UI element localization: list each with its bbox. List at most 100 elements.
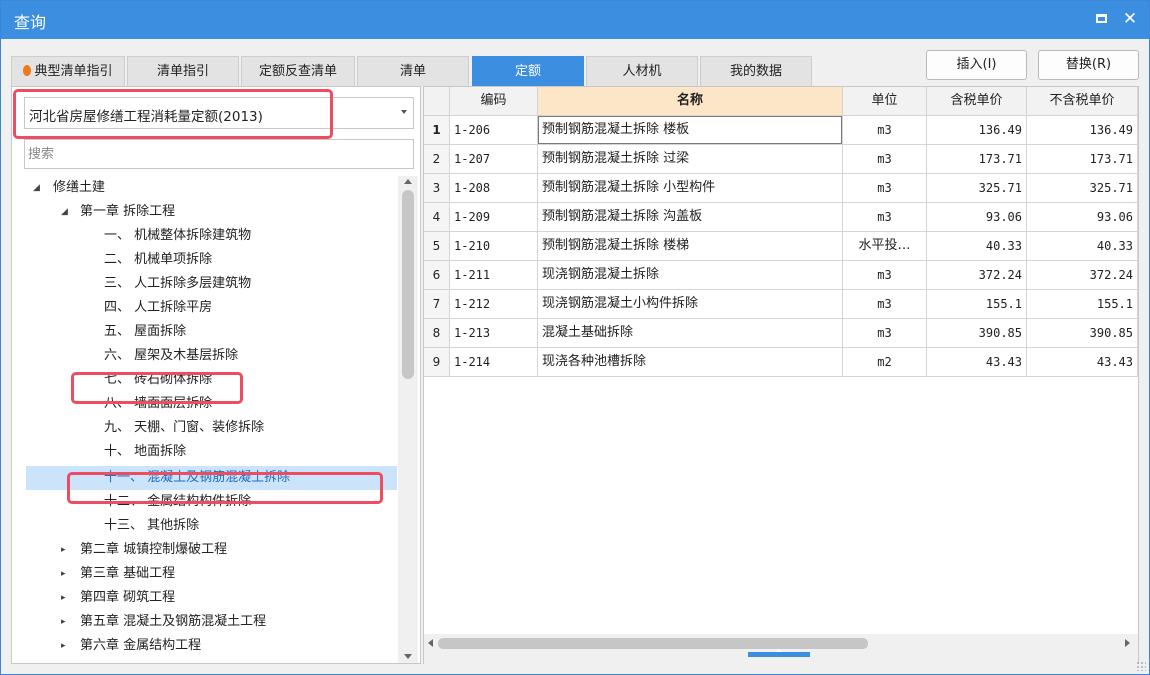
cell-unit[interactable]: m3: [843, 290, 927, 319]
cell-code[interactable]: 1-206: [450, 116, 538, 145]
cell-notax-price[interactable]: 93.06: [1027, 203, 1138, 232]
column-header-tax-price[interactable]: 含税单价: [927, 87, 1027, 116]
tree-node-section-selected[interactable]: 十一、 混凝土及钢筋混凝土拆除: [104, 466, 290, 490]
tree-node-section[interactable]: 九、 天棚、门窗、装修拆除: [104, 416, 264, 440]
cell-code[interactable]: 1-214: [450, 348, 538, 377]
tree-node-chapter-4[interactable]: ▸ 第四章 砌筑工程: [61, 586, 175, 610]
cell-unit[interactable]: m3: [843, 261, 927, 290]
panel-splitter[interactable]: [424, 649, 1138, 664]
cell-tax-price[interactable]: 390.85: [927, 319, 1027, 348]
cell-name[interactable]: 预制钢筋混凝土拆除 楼梯: [538, 232, 843, 261]
expanded-arrow-icon: ◢: [33, 183, 40, 193]
cell-notax-price[interactable]: 390.85: [1027, 319, 1138, 348]
cell-tax-price[interactable]: 93.06: [927, 203, 1027, 232]
cell-tax-price[interactable]: 372.24: [927, 261, 1027, 290]
tree-node-chapter-2[interactable]: ▸ 第二章 城镇控制爆破工程: [61, 538, 227, 562]
cell-name[interactable]: 预制钢筋混凝土拆除 过梁: [538, 145, 843, 174]
tree-node-chapter-3[interactable]: ▸ 第三章 基础工程: [61, 562, 175, 586]
cell-unit[interactable]: m3: [843, 174, 927, 203]
cell-code[interactable]: 1-212: [450, 290, 538, 319]
tree-node-section[interactable]: 十三、 其他拆除: [104, 514, 199, 538]
cell-code[interactable]: 1-209: [450, 203, 538, 232]
row-number: 7: [424, 290, 450, 319]
cell-name[interactable]: 混凝土基础拆除: [538, 319, 843, 348]
cell-unit[interactable]: m3: [843, 116, 927, 145]
scroll-down-icon[interactable]: [404, 654, 412, 659]
cell-unit[interactable]: m2: [843, 348, 927, 377]
cell-notax-price[interactable]: 173.71: [1027, 145, 1138, 174]
tab-bill[interactable]: 清单: [357, 56, 469, 86]
column-header-code[interactable]: 编码: [450, 87, 538, 116]
cell-name[interactable]: 现浇钢筋混凝土拆除: [538, 261, 843, 290]
cell-tax-price[interactable]: 173.71: [927, 145, 1027, 174]
row-number: 8: [424, 319, 450, 348]
library-select[interactable]: 河北省房屋修缮工程消耗量定额(2013): [24, 97, 414, 129]
cell-code[interactable]: 1-210: [450, 232, 538, 261]
tree-node-section[interactable]: 五、 屋面拆除: [104, 320, 186, 344]
cell-code[interactable]: 1-213: [450, 319, 538, 348]
tree-node-section[interactable]: 四、 人工拆除平房: [104, 296, 212, 320]
cell-unit[interactable]: m3: [843, 203, 927, 232]
row-number: 6: [424, 261, 450, 290]
tab-typical-bill-guide[interactable]: 典型清单指引: [11, 56, 125, 86]
cell-notax-price[interactable]: 43.43: [1027, 348, 1138, 377]
tab-my-data[interactable]: 我的数据: [700, 56, 812, 86]
tab-bill-guide[interactable]: 清单指引: [127, 56, 239, 86]
tree-node-chapter-5[interactable]: ▸ 第五章 混凝土及钢筋混凝土工程: [61, 610, 266, 634]
column-header-notax-price[interactable]: 不含税单价: [1027, 87, 1138, 116]
cell-notax-price[interactable]: 40.33: [1027, 232, 1138, 261]
cell-notax-price[interactable]: 325.71: [1027, 174, 1138, 203]
maximize-button[interactable]: [1090, 8, 1112, 30]
tree-node-section[interactable]: 七、 砖石砌体拆除: [104, 368, 212, 392]
cell-notax-price[interactable]: 372.24: [1027, 261, 1138, 290]
tree-node-section[interactable]: 十、 地面拆除: [104, 440, 186, 464]
column-header-unit[interactable]: 单位: [843, 87, 927, 116]
tree-node-section[interactable]: 一、 机械整体拆除建筑物: [104, 224, 251, 248]
tree-node-section[interactable]: 六、 屋架及木基层拆除: [104, 344, 238, 368]
scrollbar-thumb[interactable]: [402, 190, 414, 379]
tab-quota[interactable]: 定额: [472, 56, 584, 86]
search-input[interactable]: [24, 139, 414, 169]
scroll-up-icon[interactable]: [404, 179, 412, 184]
insert-button[interactable]: 插入(I): [926, 50, 1027, 80]
cell-notax-price[interactable]: 136.49: [1027, 116, 1138, 145]
tree-node-section[interactable]: 十二、 金属结构构件拆除: [104, 490, 251, 514]
scroll-right-icon[interactable]: [1125, 639, 1130, 647]
cell-name[interactable]: 现浇各种池槽拆除: [538, 348, 843, 377]
tree-node-chapter-6[interactable]: ▸ 第六章 金属结构工程: [61, 634, 201, 658]
maximize-icon: [1095, 14, 1107, 23]
cell-code[interactable]: 1-208: [450, 174, 538, 203]
cell-name[interactable]: 现浇钢筋混凝土小构件拆除: [538, 290, 843, 319]
cell-tax-price[interactable]: 155.1: [927, 290, 1027, 319]
row-number: 1: [424, 116, 450, 145]
cell-tax-price[interactable]: 43.43: [927, 348, 1027, 377]
tree-vertical-scrollbar[interactable]: [398, 176, 418, 663]
tree-node-section[interactable]: 三、 人工拆除多层建筑物: [104, 272, 251, 296]
cell-tax-price[interactable]: 325.71: [927, 174, 1027, 203]
scrollbar-thumb[interactable]: [438, 638, 868, 649]
cell-name[interactable]: 预制钢筋混凝土拆除 沟盖板: [538, 203, 843, 232]
splitter-grip-icon[interactable]: [748, 649, 810, 657]
tree-node-section[interactable]: 二、 机械单项拆除: [104, 248, 212, 272]
column-header-name[interactable]: 名称: [538, 87, 843, 116]
tab-quota-reverse-lookup[interactable]: 定额反查清单: [241, 56, 355, 86]
title-bar[interactable]: 查询 ✕: [1, 1, 1149, 39]
cell-notax-price[interactable]: 155.1: [1027, 290, 1138, 319]
cell-tax-price[interactable]: 40.33: [927, 232, 1027, 261]
cell-code[interactable]: 1-207: [450, 145, 538, 174]
cell-name[interactable]: 预制钢筋混凝土拆除 楼板: [538, 116, 843, 145]
resize-grip-icon[interactable]: [1136, 661, 1146, 671]
cell-unit[interactable]: 水平投…: [843, 232, 927, 261]
close-button[interactable]: ✕: [1119, 8, 1141, 30]
cell-code[interactable]: 1-211: [450, 261, 538, 290]
tab-labor-material-machine[interactable]: 人材机: [586, 56, 698, 86]
cell-unit[interactable]: m3: [843, 319, 927, 348]
cell-name[interactable]: 预制钢筋混凝土拆除 小型构件: [538, 174, 843, 203]
scroll-left-icon[interactable]: [428, 639, 433, 647]
tree-node-root[interactable]: ◢ 修缮土建: [33, 176, 105, 200]
cell-tax-price[interactable]: 136.49: [927, 116, 1027, 145]
tree-node-chapter-1[interactable]: ◢ 第一章 拆除工程: [61, 200, 175, 224]
tree-node-section[interactable]: 八、 墙面面层拆除: [104, 392, 212, 416]
replace-button[interactable]: 替换(R): [1038, 50, 1139, 80]
cell-unit[interactable]: m3: [843, 145, 927, 174]
